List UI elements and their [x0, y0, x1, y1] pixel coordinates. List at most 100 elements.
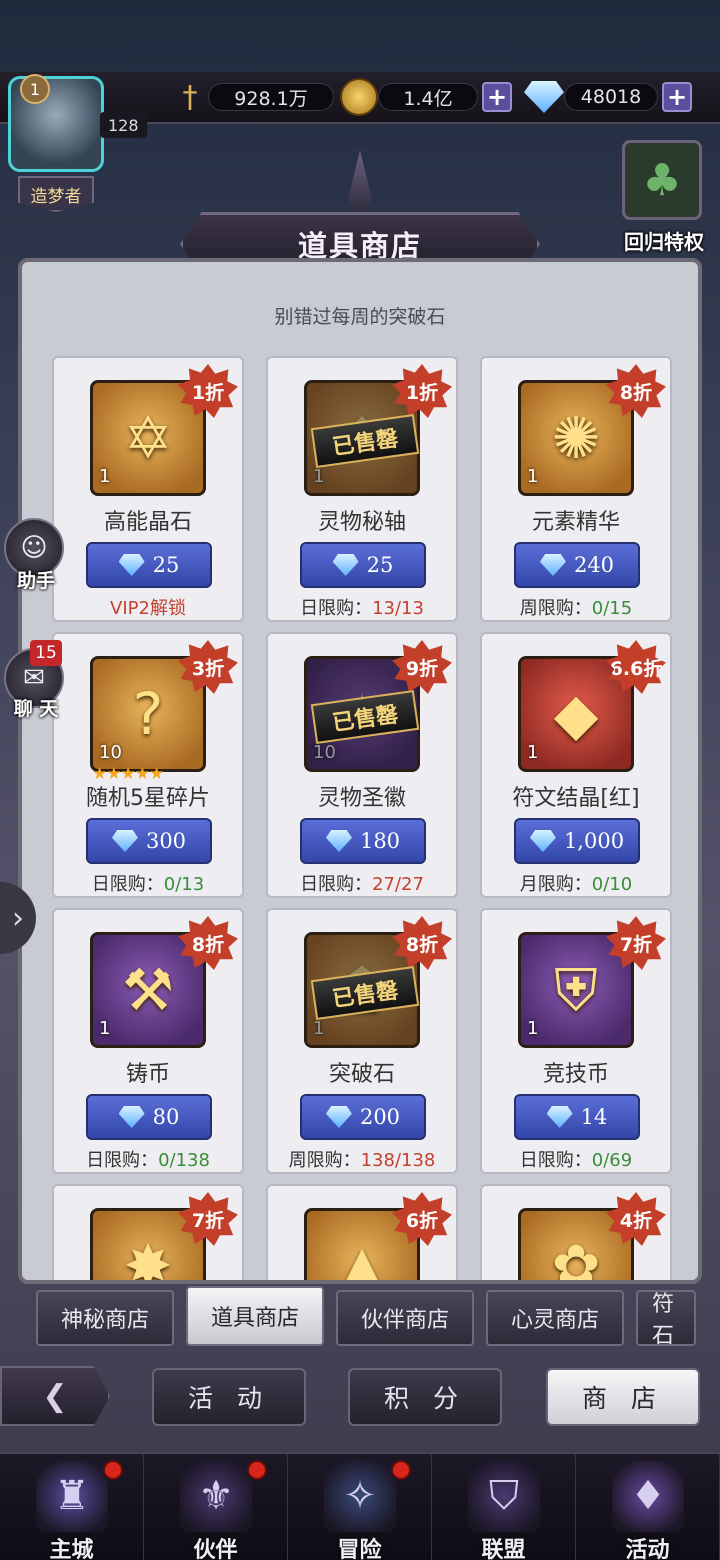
shop-item-card[interactable]: ⬟1已售罄8折突破石200周限购：138/138 — [266, 908, 458, 1174]
shop-tab[interactable]: 神秘商店 — [36, 1290, 174, 1346]
limit-value: VIP2解锁 — [110, 598, 186, 619]
shop-item-card[interactable]: ✸ 7折 — [52, 1184, 244, 1280]
purchase-limit: 日限购：0/69 — [482, 1146, 670, 1172]
item-name: 竞技币 — [542, 1062, 609, 1087]
chat-unread-count: 15 — [30, 640, 62, 666]
shop-tab[interactable]: 符石 — [636, 1290, 696, 1346]
sold-out-stamp: 已售罄 — [310, 413, 420, 469]
notification-dot — [103, 1460, 123, 1480]
buy-button[interactable]: 180 — [300, 818, 426, 864]
item-quantity: 1 — [99, 466, 111, 487]
buy-button[interactable]: 14 — [514, 1094, 640, 1140]
shop-tab-bar: 神秘商店 道具商店 伙伴商店 心灵商店 符石 — [36, 1286, 720, 1348]
buy-button[interactable]: 1,000 — [514, 818, 640, 864]
item-name: 灵物秘轴 — [317, 510, 406, 535]
limit-value: 0/10 — [591, 874, 633, 895]
item-quantity: 1 — [99, 1018, 111, 1039]
nav-item[interactable]: ♜ 主城 — [0, 1454, 144, 1560]
chat-label: 聊 天 — [13, 698, 59, 720]
item-quantity: 1 — [527, 466, 539, 487]
item-name: 铸币 — [125, 1062, 170, 1087]
buy-button[interactable]: 80 — [86, 1094, 212, 1140]
purchase-limit: 日限购：13/13 — [268, 594, 456, 620]
buy-button[interactable]: 25 — [86, 542, 212, 588]
gold-value: 1.4亿 — [378, 83, 478, 111]
shop-item-card[interactable]: ✦10已售罄9折灵物圣徽180日限购：27/27 — [266, 632, 458, 898]
purchase-limit: 月限购：0/10 — [482, 870, 670, 896]
limit-label: 日限购： — [91, 874, 164, 895]
return-privilege-button[interactable]: ♣ — [622, 140, 702, 220]
chevron-right-icon: › — [12, 900, 24, 936]
castle-icon: ♜ — [36, 1460, 108, 1532]
item-quantity: 1 — [313, 1018, 325, 1039]
shop-subtitle: 别错过每周的突破石 — [274, 306, 446, 328]
nav-label: 活动 — [625, 1537, 670, 1560]
item-quantity: 1 — [527, 742, 539, 763]
category-button[interactable]: 商 店 — [546, 1368, 700, 1426]
price-value: 240 — [573, 553, 615, 577]
gold-coin-icon — [340, 78, 378, 116]
item-name: 符文结晶[红] — [512, 786, 640, 811]
nav-label: 冒险 — [337, 1537, 382, 1560]
add-gem-button[interactable]: + — [662, 82, 692, 112]
item-quantity: 10 — [99, 742, 122, 763]
back-button[interactable]: ❮ — [0, 1366, 110, 1426]
purchase-limit: 周限购：0/15 — [482, 594, 670, 620]
power-value: 928.1万 — [208, 83, 334, 111]
limit-label: 周限购： — [519, 598, 592, 619]
sold-out-stamp: 已售罄 — [310, 965, 420, 1021]
buy-button[interactable]: 25 — [300, 542, 426, 588]
buy-button[interactable]: 200 — [300, 1094, 426, 1140]
shop-item-card[interactable]: ? 10 3折 ★★★★★ 随机5星碎片 300 日限购：0/13 — [52, 632, 244, 898]
price-value: 300 — [145, 829, 187, 853]
limit-label: 日限购： — [519, 1150, 592, 1171]
diamond-icon — [111, 830, 138, 852]
buy-button[interactable]: 300 — [86, 818, 212, 864]
diamond-icon — [546, 1106, 573, 1128]
nav-item[interactable]: ⛉ 联盟 — [432, 1454, 576, 1560]
limit-value: 138/138 — [360, 1150, 436, 1171]
chat-bubble-icon: ✉ — [23, 663, 45, 693]
shop-tab[interactable]: 伙伴商店 — [336, 1290, 474, 1346]
price-value: 14 — [580, 1105, 608, 1129]
shop-item-card[interactable]: ✿ 4折 — [480, 1184, 672, 1280]
shop-item-card[interactable]: ◆ 1 6.6折 符文结晶[红] 1,000 月限购：0/10 — [480, 632, 672, 898]
shop-tab[interactable]: 道具商店 — [186, 1286, 324, 1346]
sold-out-stamp: 已售罄 — [310, 689, 420, 745]
item-quantity: 10 — [313, 742, 336, 763]
nav-item[interactable]: ⚜ 伙伴 — [144, 1454, 288, 1560]
category-button[interactable]: 积 分 — [348, 1368, 502, 1426]
shop-item-card[interactable]: ✺ 1 8折 元素精华 240 周限购：0/15 — [480, 356, 672, 622]
shield-icon: ⛉ — [468, 1460, 540, 1532]
shop-item-card[interactable]: ✡ 1 1折 高能晶石 25 VIP2解锁 — [52, 356, 244, 622]
nav-label: 联盟 — [481, 1537, 526, 1560]
limit-label: 月限购： — [519, 874, 592, 895]
limit-value: 0/138 — [158, 1150, 210, 1171]
shop-item-card[interactable]: ⚒ 1 8折 铸币 80 日限购：0/138 — [52, 908, 244, 1174]
diamond-icon — [332, 554, 359, 576]
compass-icon: ✧ — [324, 1460, 396, 1532]
price-value: 25 — [366, 553, 394, 577]
cards-icon: ♦ — [612, 1460, 684, 1532]
limit-label: 日限购： — [300, 874, 373, 895]
buy-button[interactable]: 240 — [514, 542, 640, 588]
player-level: 128 — [100, 112, 147, 138]
limit-value: 0/15 — [591, 598, 633, 619]
shop-tab[interactable]: 心灵商店 — [486, 1290, 624, 1346]
shop-item-card[interactable]: ❖1已售罄1折灵物秘轴25日限购：13/13 — [266, 356, 458, 622]
add-gold-button[interactable]: + — [482, 82, 512, 112]
item-quantity: 1 — [313, 466, 325, 487]
diamond-icon — [118, 1106, 145, 1128]
vip-level-badge: 1 — [20, 74, 50, 104]
assistant-avatar-icon: ☺ — [20, 533, 48, 563]
item-name: 随机5星碎片 — [86, 786, 210, 811]
diamond-icon — [529, 830, 556, 852]
category-button[interactable]: 活 动 — [152, 1368, 306, 1426]
shop-item-card[interactable]: ▲ 6折 — [266, 1184, 458, 1280]
nav-item[interactable]: ♦ 活动 — [576, 1454, 720, 1560]
nav-item[interactable]: ✧ 冒险 — [288, 1454, 432, 1560]
shop-item-card[interactable]: ⛨ 1 7折 竞技币 14 日限购：0/69 — [480, 908, 672, 1174]
purchase-limit: 周限购：138/138 — [268, 1146, 456, 1172]
back-arrow-icon: ❮ — [42, 1378, 68, 1414]
price-value: 180 — [359, 829, 401, 853]
